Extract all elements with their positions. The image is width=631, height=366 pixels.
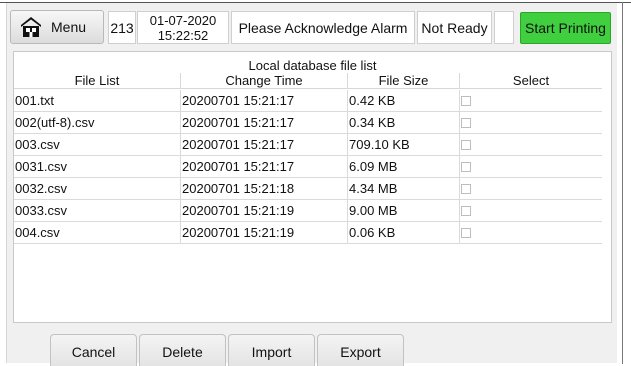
file-size-cell: 709.10 KB [348, 134, 460, 155]
file-name-cell: 0032.csv [14, 178, 181, 199]
file-size-cell: 0.34 KB [348, 112, 460, 133]
file-name-cell: 004.csv [14, 222, 181, 243]
alarm-message[interactable]: Please Acknowledge Alarm [231, 11, 415, 44]
select-cell [460, 200, 602, 221]
file-size-cell: 9.00 MB [348, 200, 460, 221]
table-title: Local database file list [248, 58, 377, 73]
column-header-select: Select [460, 73, 602, 89]
change-time-cell: 20200701 15:21:18 [181, 178, 348, 199]
select-cell [460, 178, 602, 199]
time-text: 15:22:52 [157, 27, 209, 43]
counter-display: 213 [108, 11, 136, 44]
start-printing-button[interactable]: Start Printing [520, 12, 611, 44]
select-cell [460, 222, 602, 243]
datetime-display: 01-07-2020 15:22:52 [137, 11, 229, 44]
cancel-button[interactable]: Cancel [50, 334, 137, 366]
table-row[interactable]: 0032.csv 20200701 15:21:18 4.34 MB [14, 178, 602, 200]
change-time-cell: 20200701 15:21:19 [181, 200, 348, 221]
export-button[interactable]: Export [317, 334, 404, 366]
select-checkbox[interactable] [461, 206, 471, 216]
file-name-cell: 0033.csv [14, 200, 181, 221]
select-checkbox[interactable] [461, 184, 471, 194]
file-size-cell: 0.06 KB [348, 222, 460, 243]
menu-button[interactable]: Menu [10, 10, 104, 44]
file-size-cell: 0.42 KB [348, 90, 460, 111]
select-cell [460, 156, 602, 177]
select-checkbox[interactable] [461, 162, 471, 172]
status-display: Not Ready [417, 11, 492, 44]
select-cell [460, 134, 602, 155]
blank-indicator [494, 11, 514, 44]
top-bar: Menu 213 01-07-2020 15:22:52 Please Ackn… [7, 6, 618, 46]
right-border-line [622, 2, 623, 364]
table-row[interactable]: 004.csv 20200701 15:21:19 0.06 KB [14, 222, 602, 244]
file-name-cell: 001.txt [14, 90, 181, 111]
column-header-change-time: Change Time [181, 73, 348, 89]
home-icon [19, 15, 43, 39]
change-time-cell: 20200701 15:21:17 [181, 90, 348, 111]
file-name-cell: 003.csv [14, 134, 181, 155]
select-cell [460, 112, 602, 133]
table-row[interactable]: 002(utf-8).csv 20200701 15:21:17 0.34 KB [14, 112, 602, 134]
change-time-cell: 20200701 15:21:17 [181, 112, 348, 133]
table-row[interactable]: 0031.csv 20200701 15:21:17 6.09 MB [14, 156, 602, 178]
delete-button[interactable]: Delete [139, 334, 226, 366]
change-time-cell: 20200701 15:21:17 [181, 156, 348, 177]
table-row[interactable]: 0033.csv 20200701 15:21:19 9.00 MB [14, 200, 602, 222]
change-time-cell: 20200701 15:21:19 [181, 222, 348, 243]
file-name-cell: 002(utf-8).csv [14, 112, 181, 133]
select-checkbox[interactable] [461, 140, 471, 150]
file-size-cell: 4.34 MB [348, 178, 460, 199]
file-list-table: Local database file list File List Chang… [13, 51, 612, 323]
table-row[interactable]: 003.csv 20200701 15:21:17 709.10 KB [14, 134, 602, 156]
column-header-file-size: File Size [348, 73, 460, 89]
select-cell [460, 90, 602, 111]
menu-label: Menu [51, 19, 87, 35]
select-checkbox[interactable] [461, 96, 471, 106]
select-checkbox[interactable] [461, 118, 471, 128]
file-size-cell: 6.09 MB [348, 156, 460, 177]
select-checkbox[interactable] [461, 228, 471, 238]
change-time-cell: 20200701 15:21:17 [181, 134, 348, 155]
file-name-cell: 0031.csv [14, 156, 181, 177]
import-button[interactable]: Import [228, 334, 315, 366]
column-header-file-list: File List [14, 73, 181, 89]
main-panel: Menu 213 01-07-2020 15:22:52 Please Ackn… [6, 3, 618, 366]
table-row[interactable]: 001.txt 20200701 15:21:17 0.42 KB [14, 90, 602, 112]
date-text: 01-07-2020 [149, 12, 217, 28]
